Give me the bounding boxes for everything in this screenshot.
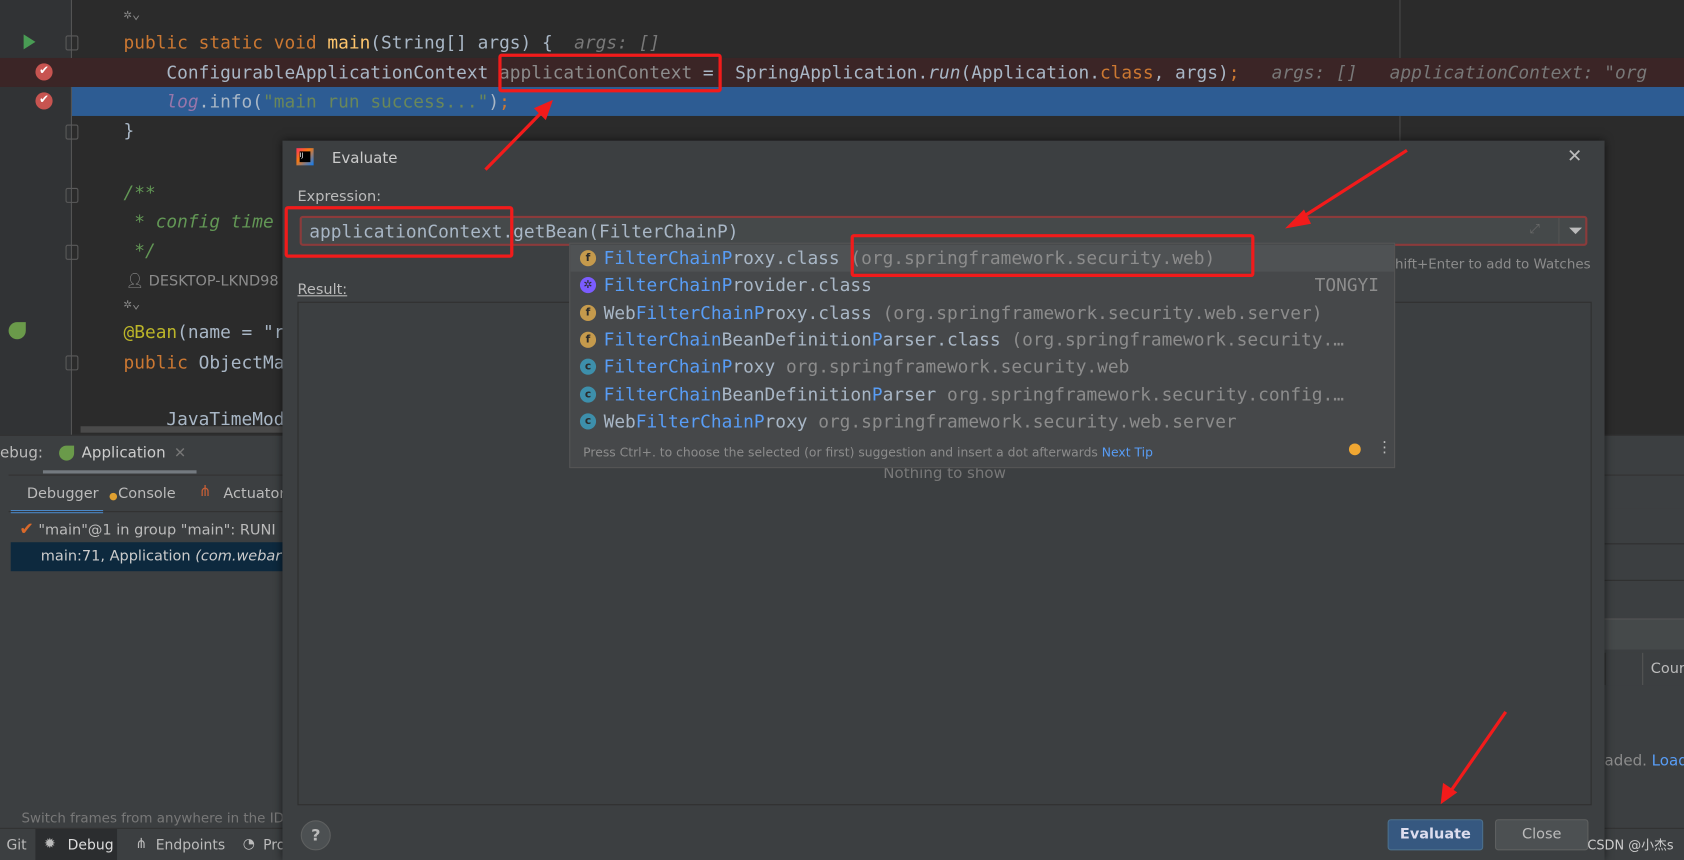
ide-window: ✔ ✔ ✲⌄ public static void main(String[] … (0, 0, 1684, 860)
annotation-arrow (1298, 148, 1408, 221)
watermark: CSDN @小杰s (1587, 837, 1674, 853)
annotation-arrow (1448, 710, 1508, 794)
annotation-arrows (484, 99, 1508, 805)
annotation-arrow (484, 110, 544, 171)
